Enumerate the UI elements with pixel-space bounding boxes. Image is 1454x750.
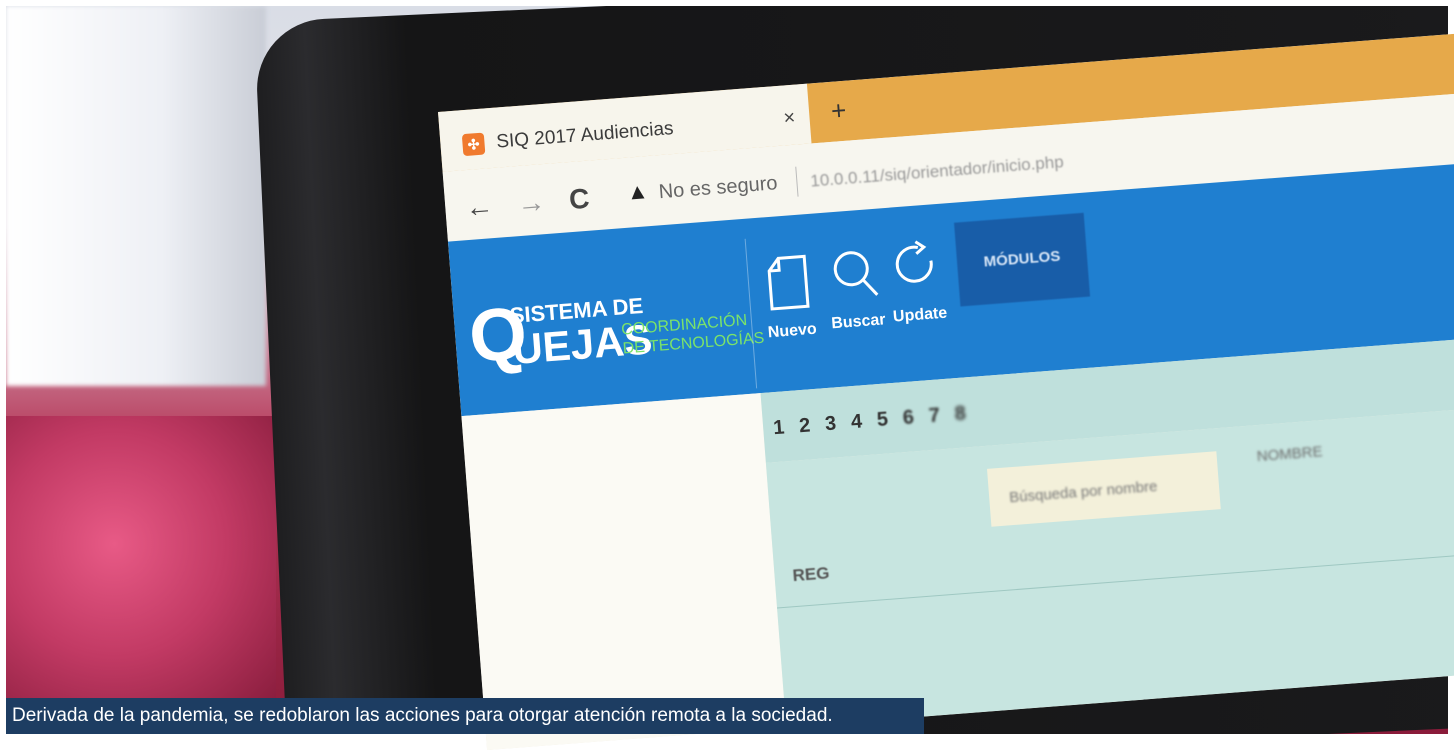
back-icon[interactable]: ← xyxy=(464,190,494,224)
monitor-screen: ✣ SIQ 2017 Audiencias × + ← → C ▲ No es … xyxy=(438,32,1454,750)
page-link[interactable]: 2 xyxy=(798,414,811,438)
warning-icon[interactable]: ▲ xyxy=(626,178,650,206)
search-icon xyxy=(826,245,885,310)
new-tab-button[interactable]: + xyxy=(830,95,848,127)
page-link[interactable]: 3 xyxy=(824,412,837,436)
update-button[interactable]: Update xyxy=(887,238,948,327)
photo-caption: Derivada de la pandemia, se redoblaron l… xyxy=(6,698,924,734)
reload-icon[interactable]: C xyxy=(568,183,591,216)
document-icon xyxy=(762,254,815,319)
page-link[interactable]: 4 xyxy=(850,410,863,434)
page-link[interactable]: 7 xyxy=(928,404,941,428)
left-panel xyxy=(461,393,787,750)
page-link[interactable]: 5 xyxy=(876,408,889,432)
buscar-button[interactable]: Buscar xyxy=(826,245,887,334)
tab-title: SIQ 2017 Audiencias xyxy=(495,118,675,153)
background-object xyxy=(6,416,276,734)
forward-icon[interactable]: → xyxy=(516,186,546,220)
close-tab-icon[interactable]: × xyxy=(783,107,796,131)
xampp-favicon-icon: ✣ xyxy=(461,132,486,157)
refresh-icon xyxy=(887,238,946,303)
nuevo-label: Nuevo xyxy=(767,320,818,342)
modules-button[interactable]: MÓDULOS xyxy=(954,212,1091,307)
page-link[interactable]: 1 xyxy=(772,416,785,440)
reg-label: REG xyxy=(791,563,831,586)
page-link[interactable]: 6 xyxy=(902,406,915,430)
page-link[interactable]: 8 xyxy=(954,402,967,426)
background-window xyxy=(6,6,266,386)
content-area xyxy=(765,406,1454,728)
nuevo-button[interactable]: Nuevo xyxy=(762,254,817,343)
